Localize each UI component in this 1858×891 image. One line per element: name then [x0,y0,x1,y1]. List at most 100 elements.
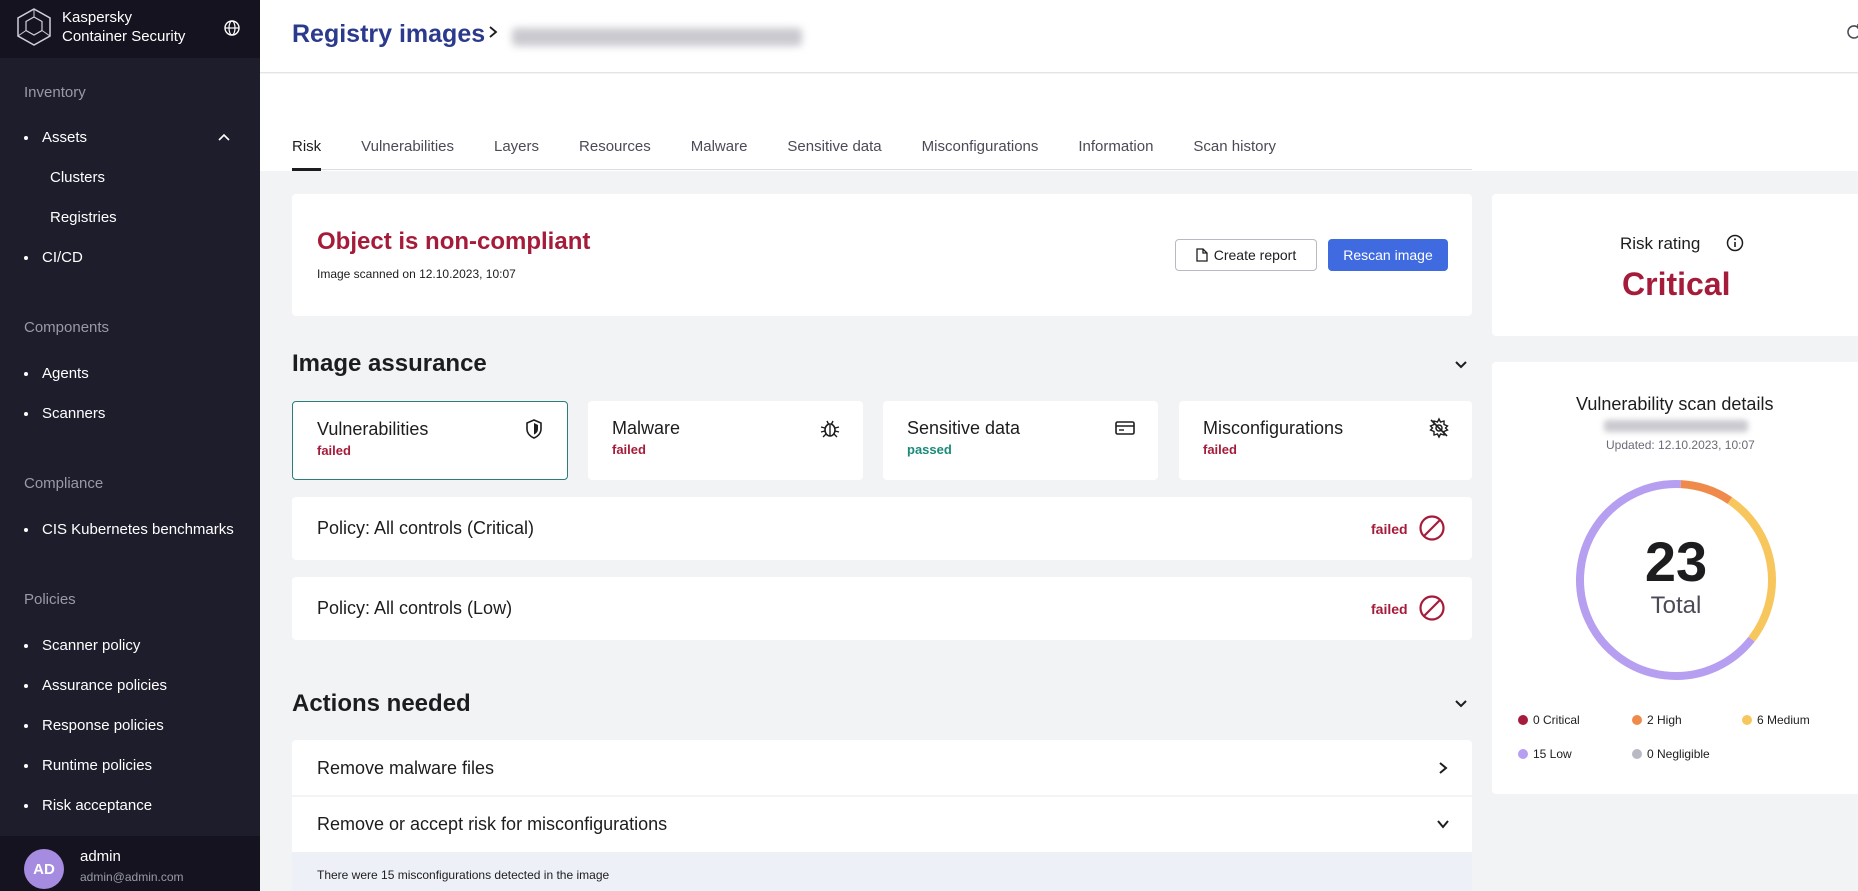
assurance-card-malware[interactable]: Malware failed [588,401,863,480]
nav-item-response-policies[interactable]: Response policies [24,717,164,734]
legend-dot [1632,749,1642,759]
nav-item-scanner-policy[interactable]: Scanner policy [24,637,140,654]
misconfiguration-detail-text: There were 15 misconfigurations detected… [317,868,610,882]
bullet [24,643,28,648]
legend-high: 2 High [1632,713,1682,727]
nav-item-cicd[interactable]: CI/CD [24,249,83,266]
actions-needed-title: Actions needed [292,690,471,717]
chevron-up-icon[interactable] [216,130,232,146]
action-label: Remove malware files [317,758,495,778]
legend-label: 15 Low [1533,747,1572,761]
nav-section-policies: Policies [24,591,76,608]
nav-item-cis-benchmarks[interactable]: CIS Kubernetes benchmarks [24,521,234,538]
policy-status: failed [1371,601,1408,617]
avatar[interactable]: AD [24,849,64,889]
scanner-name-redacted [1604,420,1748,432]
policy-row-critical[interactable]: Policy: All controls (Critical) failed [292,497,1472,560]
risk-rating-label: Risk rating [1620,234,1701,253]
nav-item-agents[interactable]: Agents [24,365,89,382]
chevron-down-icon[interactable] [1452,355,1470,373]
compliance-status-card: Object is non-compliant Image scanned on… [292,194,1472,316]
legend-label: 2 High [1647,713,1682,727]
rescan-image-button[interactable]: Rescan image [1328,239,1448,271]
nav-section-components: Components [24,319,110,336]
brand-header: Kaspersky Container Security [0,0,260,58]
nav-item-risk-acceptance[interactable]: Risk acceptance [24,797,152,814]
user-bar[interactable]: AD admin admin@admin.com [0,836,260,891]
tab-resources[interactable]: Resources [579,122,651,170]
bullet [24,763,28,768]
chevron-down-icon[interactable] [1452,694,1470,712]
legend-label: 0 Critical [1533,713,1580,727]
chevron-right-icon [489,26,498,38]
tab-scan-history[interactable]: Scan history [1193,122,1276,170]
nav-item-runtime-policies[interactable]: Runtime policies [24,757,152,774]
bullet [24,723,28,728]
assurance-card-status: failed [612,442,646,457]
risk-rating-card: Risk rating Critical [1492,194,1858,336]
ban-icon [1419,515,1445,541]
nav-item-label: CI/CD [42,249,83,266]
policy-label: Policy: All controls (Low) [317,598,513,618]
vulnerability-scan-updated: Updated: 12.10.2023, 10:07 [1606,438,1755,452]
breadcrumb-registry-images[interactable]: Registry images [292,20,485,49]
legend-medium: 6 Medium [1742,713,1810,727]
bullet [24,135,28,140]
nav-subitem-registries[interactable]: Registries [50,209,117,226]
legend-critical: 0 Critical [1518,713,1580,727]
tab-information[interactable]: Information [1078,122,1153,170]
breadcrumb-image-name-redacted [512,28,802,46]
create-report-button[interactable]: Create report [1175,239,1317,271]
nav-item-label: Agents [42,365,89,382]
nav-item-label: Scanner policy [42,637,141,654]
assurance-card-label: Sensitive data [907,418,1021,438]
legend-low: 15 Low [1518,747,1572,761]
info-icon[interactable] [1726,234,1744,252]
bug-icon [820,420,840,438]
globe-icon[interactable] [222,18,242,38]
nav-item-assurance-policies[interactable]: Assurance policies [24,677,167,694]
assurance-card-misconfigurations[interactable]: Misconfigurations failed [1179,401,1472,480]
nav-item-label: Response policies [42,717,164,734]
image-assurance-title: Image assurance [292,350,487,377]
assurance-card-label: Misconfigurations [1203,418,1344,438]
tab-risk[interactable]: Risk [292,122,322,171]
refresh-icon[interactable] [1844,22,1858,42]
tab-bar: Risk Vulnerabilities Layers Resources Ma… [292,122,1472,171]
misconfiguration-detail: There were 15 misconfigurations detected… [292,852,1472,891]
nav-item-assets[interactable]: Assets [24,129,87,146]
document-icon [1196,248,1208,262]
tab-malware[interactable]: Malware [691,122,748,170]
legend-dot [1742,715,1752,725]
tab-layers[interactable]: Layers [494,122,539,170]
risk-rating-value: Critical [1622,266,1731,302]
bullet [24,683,28,688]
nav-section-inventory: Inventory [24,84,86,101]
scan-date: Image scanned on 12.10.2023, 10:07 [317,267,516,281]
tab-sensitive-data[interactable]: Sensitive data [787,122,881,170]
chevron-down-icon [1437,820,1449,829]
page-header: Registry images [260,0,1858,73]
assurance-card-vulnerabilities[interactable]: Vulnerabilities failed [292,401,568,480]
assurance-card-status: failed [317,443,351,458]
assurance-card-label: Vulnerabilities [317,419,429,439]
assurance-card-sensitive-data[interactable]: Sensitive data passed [883,401,1158,480]
nav-item-label: CIS Kubernetes benchmarks [42,521,234,538]
shield-icon [526,419,542,439]
donut-segment-high [1680,480,1733,504]
nav-subitem-clusters[interactable]: Clusters [50,169,105,186]
tab-vulnerabilities[interactable]: Vulnerabilities [361,122,454,170]
legend-dot [1518,749,1528,759]
kaspersky-logo-icon[interactable] [16,7,52,47]
tab-misconfigurations[interactable]: Misconfigurations [922,122,1039,170]
policy-row-low[interactable]: Policy: All controls (Low) failed [292,577,1472,640]
legend-negligible: 0 Negligible [1632,747,1710,761]
vulnerability-scan-card: Vulnerability scan details Updated: 12.1… [1492,362,1858,794]
action-row-remove-malware[interactable]: Remove malware files [292,740,1472,795]
nav-item-scanners[interactable]: Scanners [24,405,105,422]
chevron-right-icon [1439,762,1448,774]
user-name: admin [80,848,121,865]
card-icon [1115,421,1135,435]
action-row-misconfigurations[interactable]: Remove or accept risk for misconfigurati… [292,797,1472,852]
legend-dot [1518,715,1528,725]
